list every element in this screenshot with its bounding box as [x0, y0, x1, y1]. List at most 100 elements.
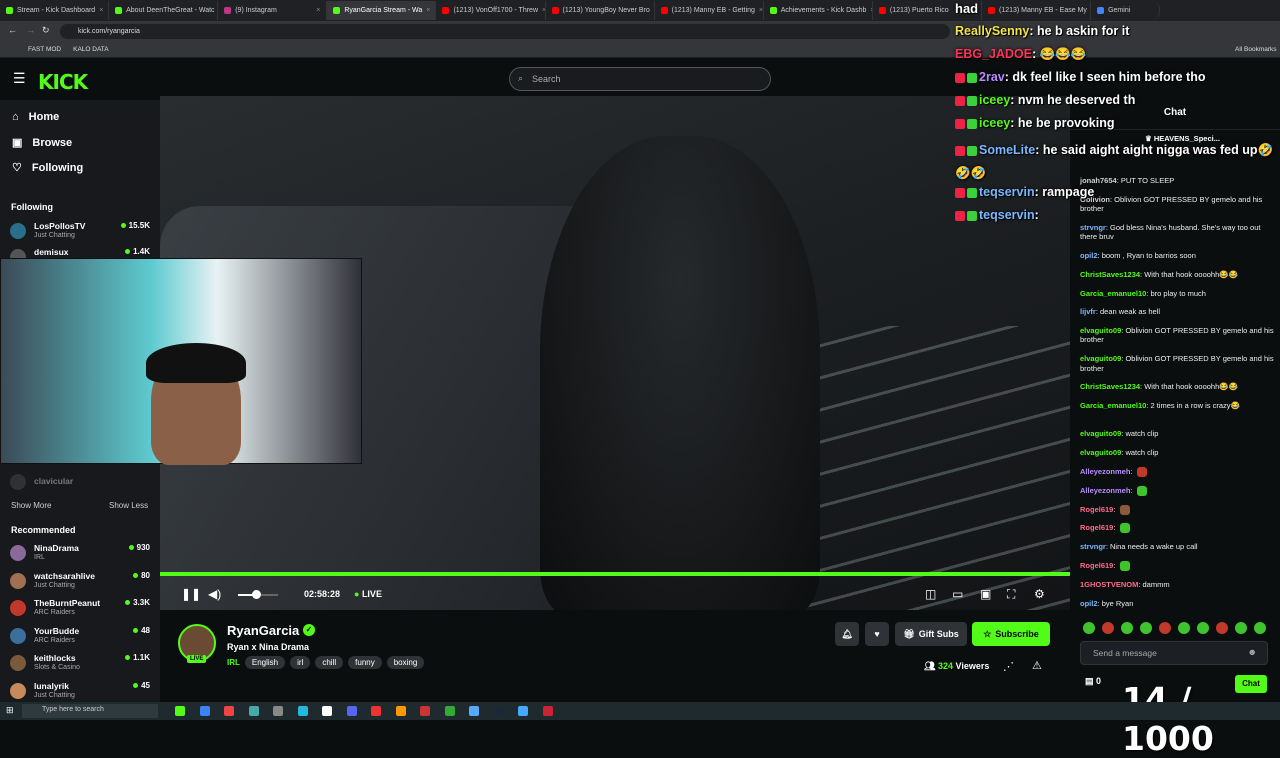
taskbar-app-icon[interactable]: [494, 706, 504, 716]
browser-tab[interactable]: (1213) YoungBoy Never Bro×: [546, 1, 655, 20]
clip-icon[interactable]: ▣: [980, 587, 991, 601]
taskbar-app-icon[interactable]: [298, 706, 308, 716]
emoji-picker-icon[interactable]: ☻: [1248, 647, 1257, 657]
subscribe-button[interactable]: ☆Subscribe: [972, 622, 1050, 646]
chat-username[interactable]: Oblivion: [1080, 195, 1110, 204]
chat-input[interactable]: Send a message ☻: [1080, 641, 1268, 665]
gift-subs-button[interactable]: 🎁︎Gift Subs: [895, 622, 967, 646]
chat-username[interactable]: opil2: [1080, 251, 1098, 260]
chat-username[interactable]: Garcia_emanuel10: [1080, 289, 1146, 298]
category-link[interactable]: IRL: [227, 656, 240, 669]
quick-emote-icon[interactable]: [1197, 622, 1209, 634]
streamer-name[interactable]: RyanGarcia: [227, 623, 299, 638]
tag-chip[interactable]: chill: [315, 656, 343, 669]
browser-tab[interactable]: RyanGarcia Stream - Wa×: [327, 1, 436, 20]
recommended-channel[interactable]: NinaDramaIRL930: [10, 543, 150, 565]
browser-tab[interactable]: (1213) Puerto Rico×: [873, 1, 982, 20]
taskbar-app-icon[interactable]: [249, 706, 259, 716]
tag-chip[interactable]: irl: [290, 656, 310, 669]
nav-home[interactable]: ⌂ Home: [12, 111, 59, 123]
browser-tab[interactable]: Stream - Kick Dashboard×: [0, 1, 109, 20]
chat-username[interactable]: elvaguito09: [1080, 326, 1121, 335]
url-field[interactable]: kick.com/ryangarcia: [60, 24, 950, 39]
chat-username[interactable]: Rogel619: [1080, 523, 1113, 532]
quick-emote-icon[interactable]: [1178, 622, 1190, 634]
chat-username[interactable]: Rogel619: [1080, 505, 1113, 514]
chat-username[interactable]: Alleyezonmeh: [1080, 486, 1130, 495]
chat-username[interactable]: ChristSaves1234: [1080, 382, 1140, 391]
quick-emote-icon[interactable]: [1254, 622, 1266, 634]
recommended-channel[interactable]: watchsarahliveJust Chatting80: [10, 571, 150, 593]
menu-icon[interactable]: ☰: [13, 70, 26, 87]
bookmark-kalo-data[interactable]: KALO DATA: [73, 46, 109, 53]
taskbar-search[interactable]: Type here to search: [22, 704, 158, 718]
chat-username[interactable]: opil2: [1080, 599, 1098, 608]
bookmark-fast-mod[interactable]: FAST MOD: [28, 46, 61, 53]
offline-channel[interactable]: clavicular: [10, 472, 150, 494]
nav-browse[interactable]: ▣ Browse: [12, 136, 72, 149]
fullscreen-icon[interactable]: ⛶: [1007, 587, 1015, 602]
taskbar-app-icon[interactable]: [396, 706, 406, 716]
chat-username[interactable]: elvaguito09: [1080, 354, 1121, 363]
all-bookmarks[interactable]: All Bookmarks: [1235, 46, 1277, 53]
recommended-channel[interactable]: lunalyrikJust Chatting45: [10, 681, 150, 703]
quick-emote-icon[interactable]: [1216, 622, 1228, 634]
chat-username[interactable]: ChristSaves1234: [1080, 270, 1140, 279]
taskbar-app-icon[interactable]: [543, 706, 553, 716]
pip-icon[interactable]: ◫: [925, 587, 936, 601]
reload-icon[interactable]: ↻: [42, 25, 50, 36]
chat-username[interactable]: elvaguito09: [1080, 429, 1121, 438]
taskbar-app-icon[interactable]: [445, 706, 455, 716]
chat-username[interactable]: Rogel619: [1080, 561, 1113, 570]
tab-close-icon[interactable]: ×: [426, 7, 430, 14]
report-warning-icon[interactable]: ⚠: [1032, 659, 1042, 672]
taskbar-app-icon[interactable]: [347, 706, 357, 716]
recommended-channel[interactable]: keithlocksSlots & Casino1.1K: [10, 653, 150, 675]
browser-tab[interactable]: Gemini: [1091, 1, 1160, 20]
tag-chip[interactable]: English: [245, 656, 285, 669]
chat-username[interactable]: 1GHOSTVENOM: [1080, 580, 1138, 589]
quick-emote-icon[interactable]: [1159, 622, 1171, 634]
back-icon[interactable]: ←: [8, 25, 17, 35]
taskbar-app-icon[interactable]: [371, 706, 381, 716]
follow-heart-button[interactable]: ♥: [865, 622, 889, 646]
recommended-channel[interactable]: YourBuddeARC Raiders48: [10, 626, 150, 648]
browser-tab[interactable]: (1213) Manny EB - Ease My×: [982, 1, 1091, 20]
quick-emote-icon[interactable]: [1121, 622, 1133, 634]
tab-close-icon[interactable]: ×: [316, 7, 320, 14]
browser-tab[interactable]: (1213) VonOff1700 - Threw×: [436, 1, 545, 20]
taskbar-app-icon[interactable]: [322, 706, 332, 716]
chat-username[interactable]: strvngr: [1080, 223, 1106, 232]
recommended-channel[interactable]: TheBurntPeanutARC Raiders3.3K: [10, 598, 150, 620]
chat-username[interactable]: lijvfr: [1080, 307, 1096, 316]
quick-emote-icon[interactable]: [1083, 622, 1095, 634]
quick-emote-icon[interactable]: [1235, 622, 1247, 634]
tab-close-icon[interactable]: ×: [759, 7, 763, 14]
windows-start-icon[interactable]: ⊞: [6, 705, 14, 716]
following-channel[interactable]: LosPollosTV Just Chatting 15.5K: [10, 221, 150, 243]
chat-username[interactable]: Garcia_emanuel10: [1080, 401, 1146, 410]
chat-username[interactable]: jonah7654: [1080, 176, 1117, 185]
chat-username[interactable]: strvngr: [1080, 542, 1106, 551]
forward-icon[interactable]: →: [26, 25, 35, 35]
notification-bell-button[interactable]: 🔔︎: [835, 622, 859, 646]
theater-icon[interactable]: ▭: [952, 587, 963, 601]
share-icon[interactable]: ⋰: [1003, 660, 1014, 673]
show-less-button[interactable]: Show Less: [109, 501, 148, 510]
browser-tab[interactable]: Achievements - Kick Dashb×: [764, 1, 873, 20]
taskbar-app-icon[interactable]: [175, 706, 185, 716]
browser-tab[interactable]: (9) Instagram×: [218, 1, 327, 20]
search-input[interactable]: ⌕ Search: [509, 67, 771, 91]
tab-close-icon[interactable]: ×: [99, 7, 103, 14]
taskbar-app-icon[interactable]: [420, 706, 430, 716]
chat-username[interactable]: Alleyezonmeh: [1080, 467, 1130, 476]
taskbar-app-icon[interactable]: [224, 706, 234, 716]
tag-chip[interactable]: funny: [348, 656, 382, 669]
browser-tab[interactable]: About DeenTheGreat - Watc×: [109, 1, 218, 20]
tag-chip[interactable]: boxing: [387, 656, 425, 669]
pause-icon[interactable]: ❚❚: [181, 587, 201, 601]
live-progress-bar[interactable]: [160, 572, 1070, 576]
channel-points[interactable]: ▤ 0: [1085, 676, 1101, 687]
kick-logo[interactable]: KICK: [38, 70, 87, 94]
taskbar-app-icon[interactable]: [200, 706, 210, 716]
